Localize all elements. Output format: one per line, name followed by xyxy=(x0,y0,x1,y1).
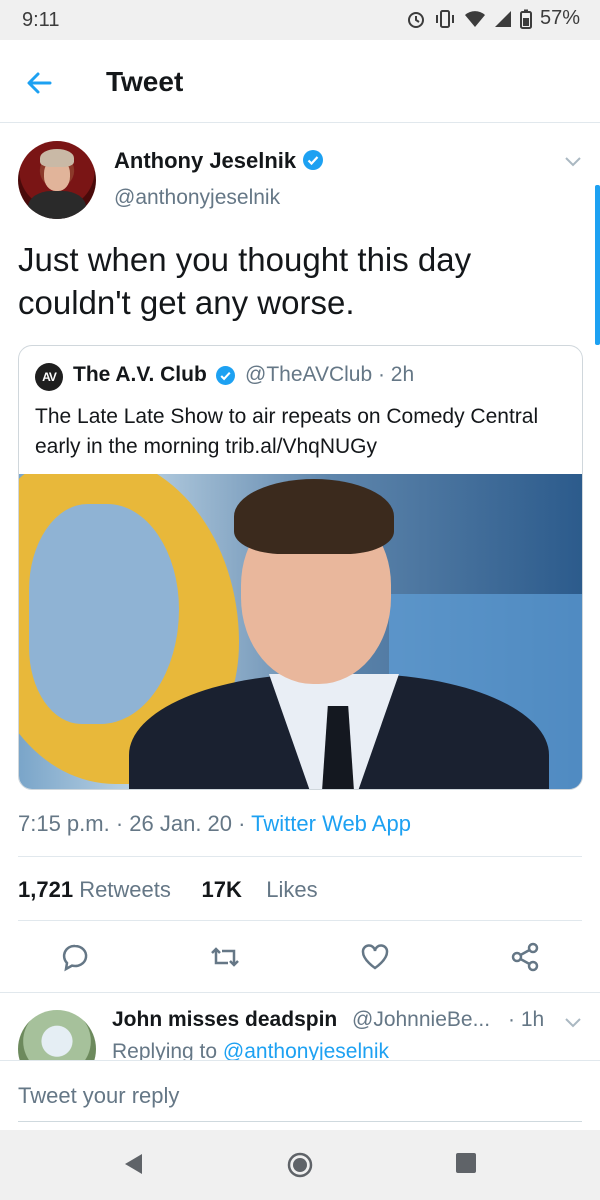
recents-nav-icon[interactable] xyxy=(455,1152,477,1174)
page-title: Tweet xyxy=(106,66,184,97)
reply-handle[interactable]: @JohnnieBe... xyxy=(352,1008,490,1032)
reply-author-name[interactable]: John misses deadspin xyxy=(112,1008,337,1032)
battery-icon xyxy=(519,9,532,29)
system-nav-bar xyxy=(0,1130,600,1200)
retweets-label[interactable]: Retweets xyxy=(79,877,171,902)
reply-icon[interactable] xyxy=(58,940,92,974)
chevron-down-icon[interactable] xyxy=(564,1013,582,1031)
reply-composer[interactable]: Tweet your reply xyxy=(0,1060,600,1131)
vibrate-icon xyxy=(435,9,454,28)
top-bar: Tweet xyxy=(0,40,600,123)
share-icon[interactable] xyxy=(508,940,542,974)
author-avatar[interactable] xyxy=(18,141,96,219)
av-club-avatar: AV xyxy=(35,363,63,391)
tweet-text: Just when you thought this day couldn't … xyxy=(18,241,472,321)
verified-badge-icon xyxy=(303,150,323,170)
reply-time: · 1h xyxy=(508,1008,545,1031)
verified-badge-icon xyxy=(216,366,235,385)
action-bar xyxy=(0,940,600,980)
author-handle[interactable]: @anthonyjeselnik xyxy=(114,186,280,210)
scrollbar[interactable] xyxy=(595,185,600,345)
quoted-tweet[interactable]: AV The A.V. Club @TheAVClub · 2h The Lat… xyxy=(18,345,583,790)
composer-underline xyxy=(18,1121,582,1122)
battery-percent: 57% xyxy=(539,7,580,29)
alarm-icon xyxy=(407,11,424,28)
reply-input-placeholder[interactable]: Tweet your reply xyxy=(18,1083,179,1109)
timestamp-text: 7:15 p.m. · 26 Jan. 20 · xyxy=(18,811,252,836)
divider xyxy=(18,920,582,921)
retweets-count[interactable]: 1,721 xyxy=(18,877,73,902)
quoted-author-name: The A.V. Club xyxy=(73,363,207,386)
quoted-photo[interactable] xyxy=(19,474,582,789)
back-nav-icon[interactable] xyxy=(122,1152,144,1176)
status-icons: 57% xyxy=(406,7,580,30)
source-link[interactable]: Twitter Web App xyxy=(251,811,411,836)
tweet-timestamp: 7:15 p.m. · 26 Jan. 20 · Twitter Web App xyxy=(18,811,411,837)
divider xyxy=(18,856,582,857)
status-time: 9:11 xyxy=(22,9,60,31)
likes-count[interactable]: 17K xyxy=(201,877,241,902)
chevron-down-icon[interactable] xyxy=(564,152,582,170)
signal-icon xyxy=(494,10,511,27)
author-name[interactable]: Anthony Jeselnik xyxy=(114,148,296,174)
status-bar: 9:11 57% xyxy=(0,0,600,40)
quoted-text: The Late Late Show to air repeats on Com… xyxy=(35,405,539,458)
quoted-handle-time: @TheAVClub · 2h xyxy=(245,363,415,386)
divider xyxy=(0,992,600,993)
home-nav-icon[interactable] xyxy=(287,1152,313,1178)
wifi-icon xyxy=(464,10,485,27)
tweet-stats: 1,721 Retweets 17K Likes xyxy=(18,877,318,903)
back-arrow-icon[interactable] xyxy=(24,68,54,98)
like-icon[interactable] xyxy=(358,940,392,974)
retweet-icon[interactable] xyxy=(208,940,242,974)
likes-label[interactable]: Likes xyxy=(266,877,317,902)
